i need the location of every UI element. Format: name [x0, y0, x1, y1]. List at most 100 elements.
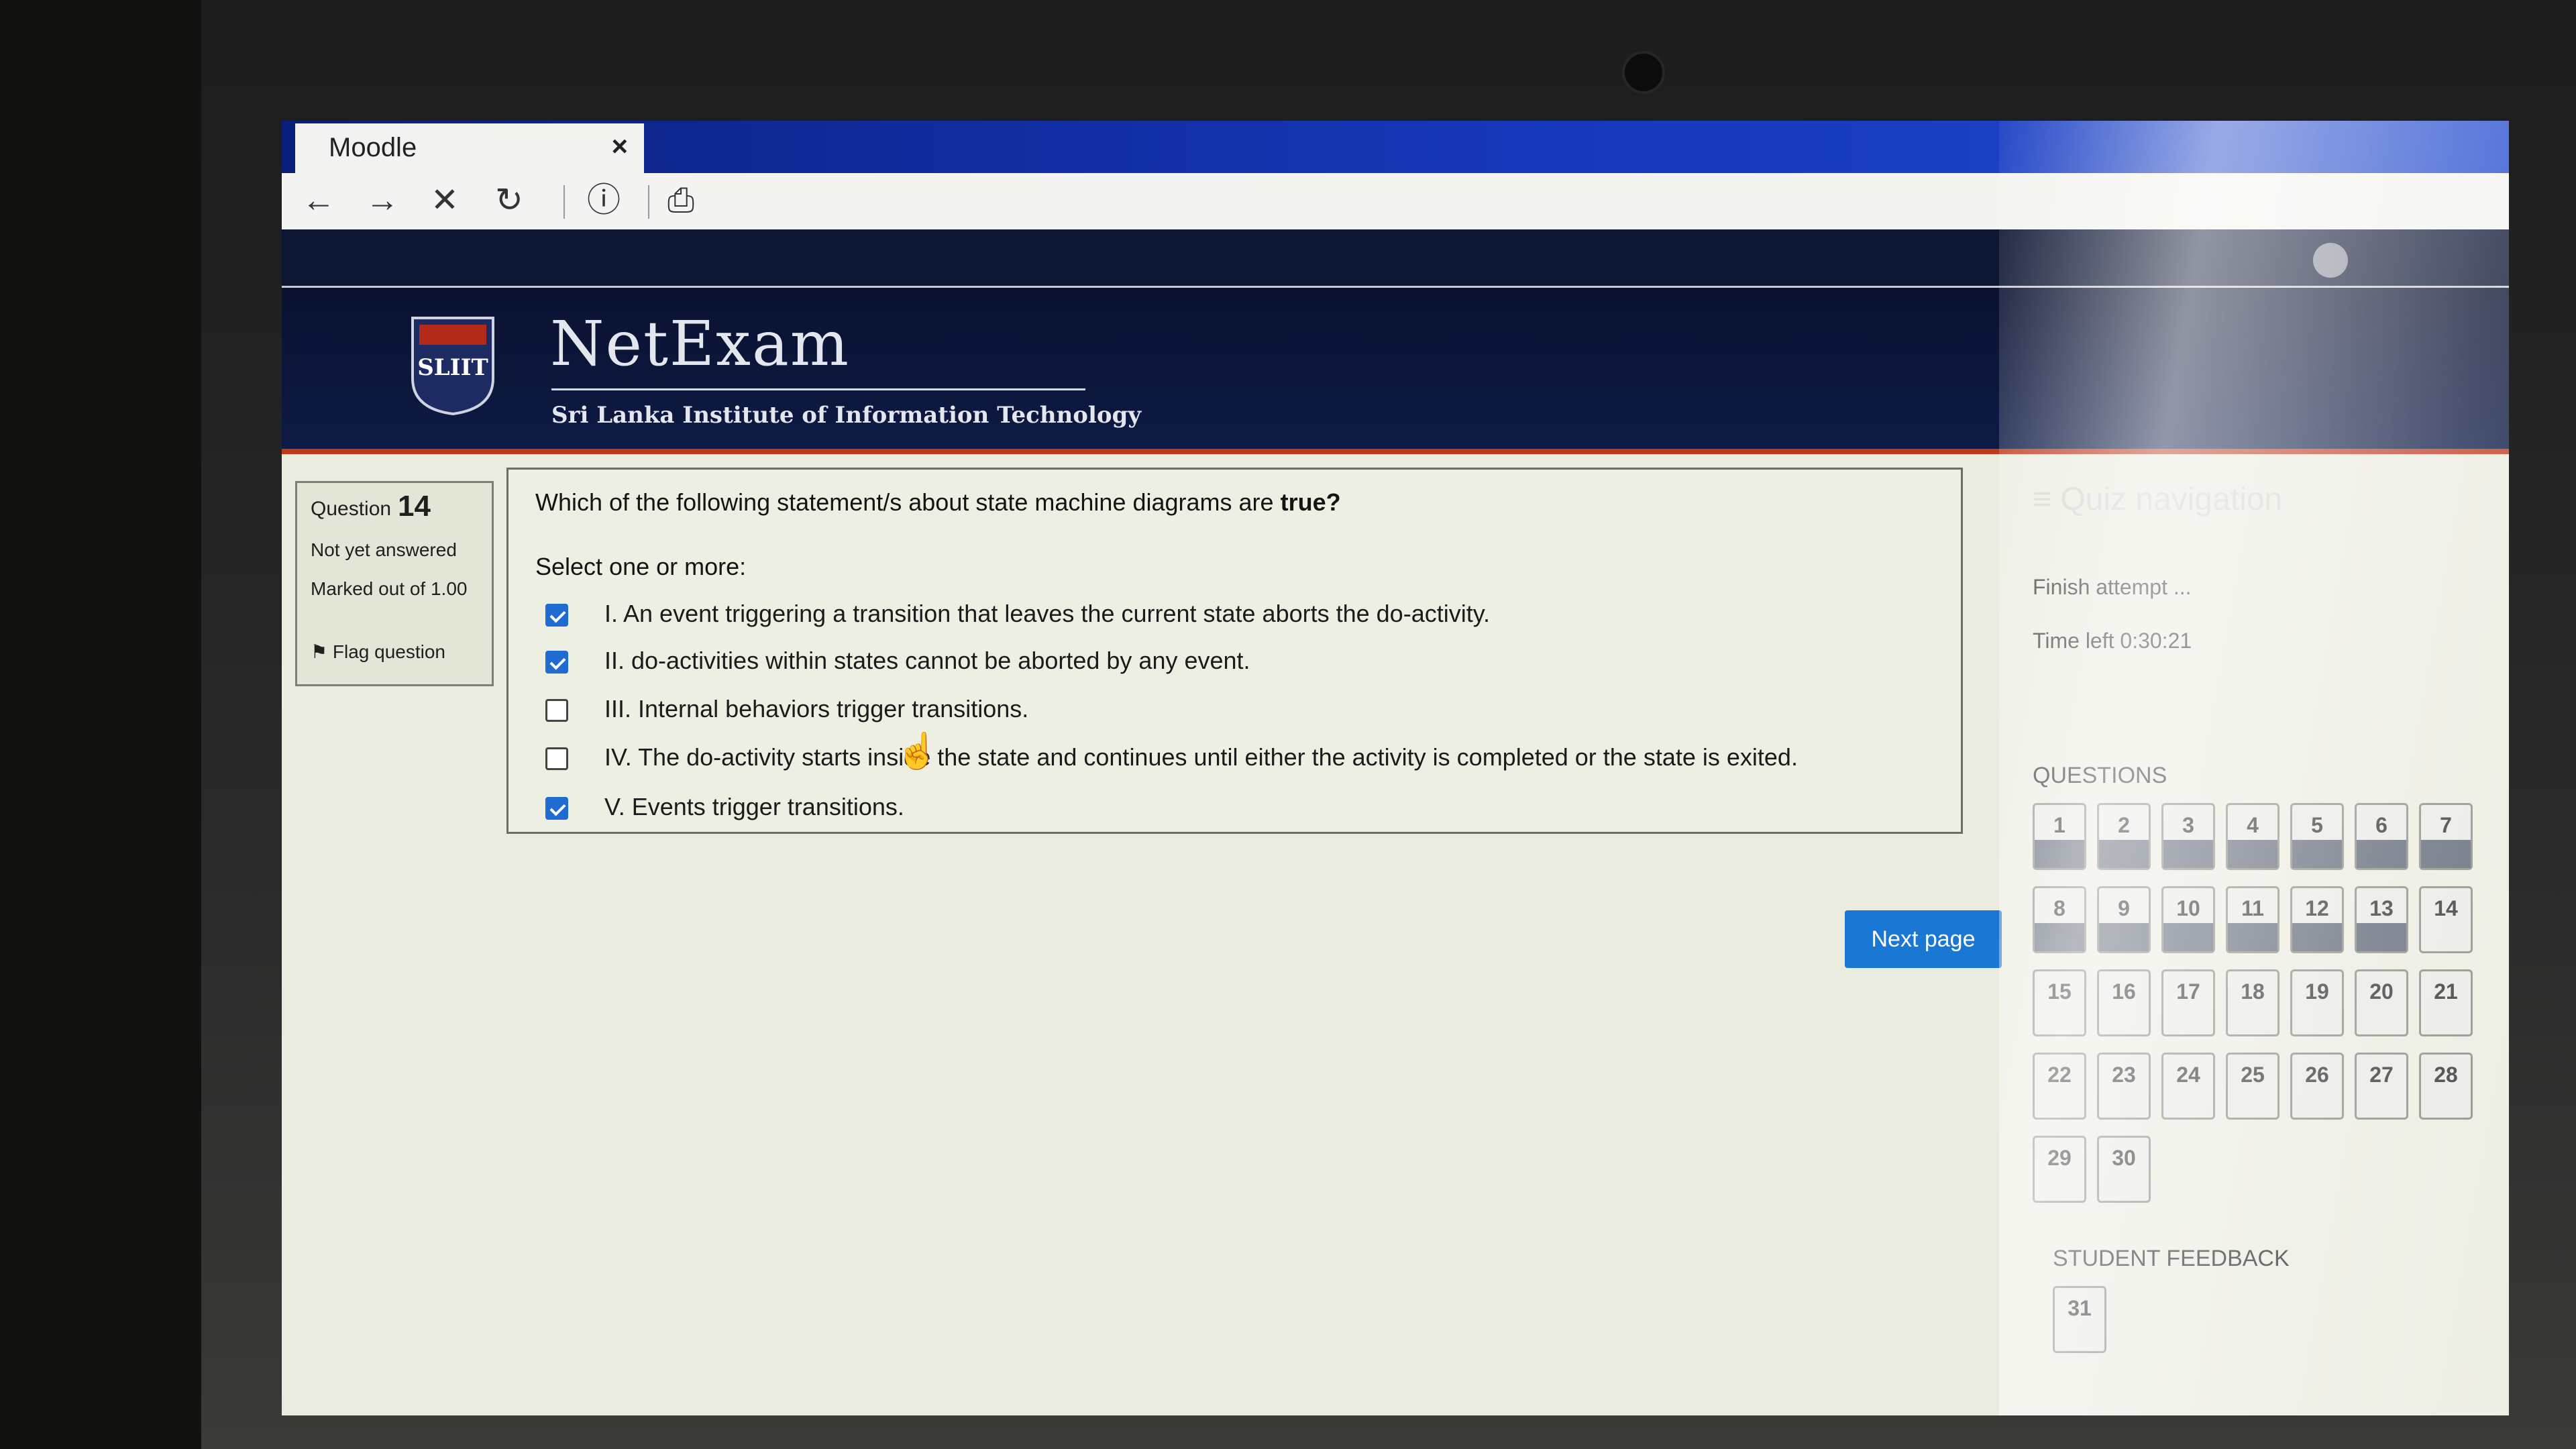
tab-close-icon[interactable]: ×	[611, 130, 628, 162]
quiz-nav-button[interactable]: 25	[2226, 1053, 2279, 1120]
quiz-nav-button-label: 4	[2247, 813, 2259, 837]
quiz-nav-button[interactable]: 27	[2355, 1053, 2408, 1120]
question-state: Not yet answered	[311, 539, 457, 560]
questions-heading: QUESTIONS	[2033, 763, 2167, 788]
quiz-nav-button-label: 27	[2369, 1063, 2394, 1087]
answer-label: V. Events trigger transitions.	[604, 793, 904, 820]
quiz-nav-button-label: 2	[2118, 813, 2130, 837]
answer-label: IV. The do-activity starts inside the st…	[604, 743, 1798, 771]
quiz-nav-button[interactable]: 7	[2419, 803, 2473, 870]
quiz-nav-title-text: Quiz navigation	[2060, 482, 2283, 517]
quiz-nav-button-label: 23	[2112, 1063, 2136, 1087]
quiz-nav-button[interactable]: 10	[2161, 886, 2215, 953]
answer-label: II. do-activities within states cannot b…	[604, 647, 1250, 674]
answer-checkbox[interactable]	[545, 747, 568, 770]
quiz-nav-button-label: 24	[2176, 1063, 2200, 1087]
user-navbar	[282, 229, 2509, 288]
quiz-nav-button[interactable]: 1	[2033, 803, 2086, 870]
quiz-nav-button[interactable]: 4	[2226, 803, 2279, 870]
question-text-emphasis: true?	[1280, 488, 1341, 516]
tab-title: Moodle	[329, 133, 417, 162]
finish-attempt-link[interactable]: Finish attempt ...	[2033, 575, 2192, 600]
flag-question-link[interactable]: ⚑ Flag question	[311, 641, 445, 663]
answer-checkbox[interactable]	[545, 651, 568, 674]
quiz-nav-button[interactable]: 5	[2290, 803, 2344, 870]
menu-icon: ≡	[2033, 482, 2061, 517]
tab-bar: Moodle ×	[282, 121, 2509, 173]
quiz-nav-button-label: 7	[2440, 813, 2452, 837]
quiz-nav-button[interactable]: 21	[2419, 969, 2473, 1036]
quiz-nav-button[interactable]: 8	[2033, 886, 2086, 953]
tab-moodle[interactable]: Moodle ×	[295, 123, 644, 173]
answer-checkbox[interactable]	[545, 699, 568, 722]
time-left: Time left 0:30:21	[2033, 629, 2192, 653]
quiz-nav-button[interactable]: 18	[2226, 969, 2279, 1036]
quiz-nav-button[interactable]: 31	[2053, 1286, 2106, 1353]
info-icon[interactable]: ⓘ	[587, 180, 621, 220]
question-mark: Marked out of 1.00	[311, 578, 468, 599]
quiz-nav-button-label: 29	[2047, 1146, 2072, 1170]
quiz-nav-button[interactable]: 17	[2161, 969, 2215, 1036]
site-banner: SLIIT NetExam Sri Lanka Institute of Inf…	[282, 288, 2509, 454]
quiz-nav-button[interactable]: 29	[2033, 1136, 2086, 1203]
quiz-nav-button[interactable]: 24	[2161, 1053, 2215, 1120]
back-icon[interactable]: ←	[302, 180, 335, 220]
quiz-nav-button[interactable]: 2	[2097, 803, 2151, 870]
quiz-nav-button-label: 10	[2176, 896, 2200, 920]
quiz-nav-button[interactable]: 6	[2355, 803, 2408, 870]
browser-toolbar: ← → ✕ ↻ ⓘ ⎙	[282, 173, 2509, 231]
quiz-nav-title: ≡ Quiz navigation	[2033, 481, 2282, 518]
quiz-nav-button-label: 15	[2047, 979, 2072, 1004]
brand-subtitle: Sri Lanka Institute of Information Techn…	[551, 402, 1142, 429]
answer-label: III. Internal behaviors trigger transiti…	[604, 695, 1029, 722]
flag-question-label: Flag question	[332, 641, 445, 662]
page-content: Question 14 Not yet answered Marked out …	[282, 454, 2509, 1415]
quiz-nav-button[interactable]: 30	[2097, 1136, 2151, 1203]
quiz-nav-button[interactable]: 3	[2161, 803, 2215, 870]
question-text: Which of the following statement/s about…	[535, 488, 1341, 517]
question-text-main: Which of the following statement/s about…	[535, 488, 1281, 516]
quiz-nav-button-label: 1	[2053, 813, 2065, 837]
page-icon[interactable]: ⎙	[667, 180, 694, 220]
quiz-nav-button-label: 30	[2112, 1146, 2136, 1170]
quiz-nav-button[interactable]: 19	[2290, 969, 2344, 1036]
logo-text: SLIIT	[417, 354, 488, 381]
quiz-nav-button-label: 25	[2241, 1063, 2265, 1087]
quiz-nav-button-label: 11	[2241, 896, 2264, 920]
next-page-button[interactable]: Next page	[1845, 910, 2002, 968]
quiz-nav-button-label: 18	[2241, 979, 2265, 1004]
quiz-nav-button-label: 6	[2375, 813, 2387, 837]
quiz-nav-button[interactable]: 12	[2290, 886, 2344, 953]
quiz-nav-button-label: 26	[2305, 1063, 2329, 1087]
question-label: Question	[311, 498, 392, 520]
quiz-nav-button[interactable]: 14	[2419, 886, 2473, 953]
quiz-nav-button-label: 31	[2068, 1296, 2092, 1320]
quiz-nav-button[interactable]: 26	[2290, 1053, 2344, 1120]
sliit-logo: SLIIT	[411, 317, 494, 415]
browser-window: Moodle × ← → ✕ ↻ ⓘ ⎙ SLIIT NetExam Sri L…	[282, 121, 2509, 1415]
webcam	[1622, 51, 1665, 94]
quiz-nav-button-label: 17	[2176, 979, 2200, 1004]
quiz-nav-button[interactable]: 13	[2355, 886, 2408, 953]
brand-title: NetExam	[550, 308, 851, 380]
quiz-nav-button[interactable]: 20	[2355, 969, 2408, 1036]
quiz-nav-button[interactable]: 15	[2033, 969, 2086, 1036]
answer-label: I. An event triggering a transition that…	[604, 600, 1491, 627]
quiz-nav-button[interactable]: 11	[2226, 886, 2279, 953]
avatar[interactable]	[2313, 243, 2348, 278]
answer-checkbox[interactable]	[545, 797, 568, 820]
quiz-nav-button[interactable]: 16	[2097, 969, 2151, 1036]
quiz-nav-button-label: 13	[2369, 896, 2394, 920]
quiz-nav-button[interactable]: 23	[2097, 1053, 2151, 1120]
stop-icon[interactable]: ✕	[431, 180, 459, 220]
forward-icon[interactable]: →	[366, 180, 399, 220]
quiz-nav-button-label: 16	[2112, 979, 2136, 1004]
reload-icon[interactable]: ↻	[495, 180, 523, 220]
quiz-nav-button[interactable]: 9	[2097, 886, 2151, 953]
brand-divider	[551, 388, 1085, 390]
answer-checkbox[interactable]	[545, 604, 568, 627]
quiz-nav-button[interactable]: 22	[2033, 1053, 2086, 1120]
toolbar-separator	[564, 185, 565, 219]
quiz-nav-button[interactable]: 28	[2419, 1053, 2473, 1120]
select-hint: Select one or more:	[535, 553, 747, 580]
